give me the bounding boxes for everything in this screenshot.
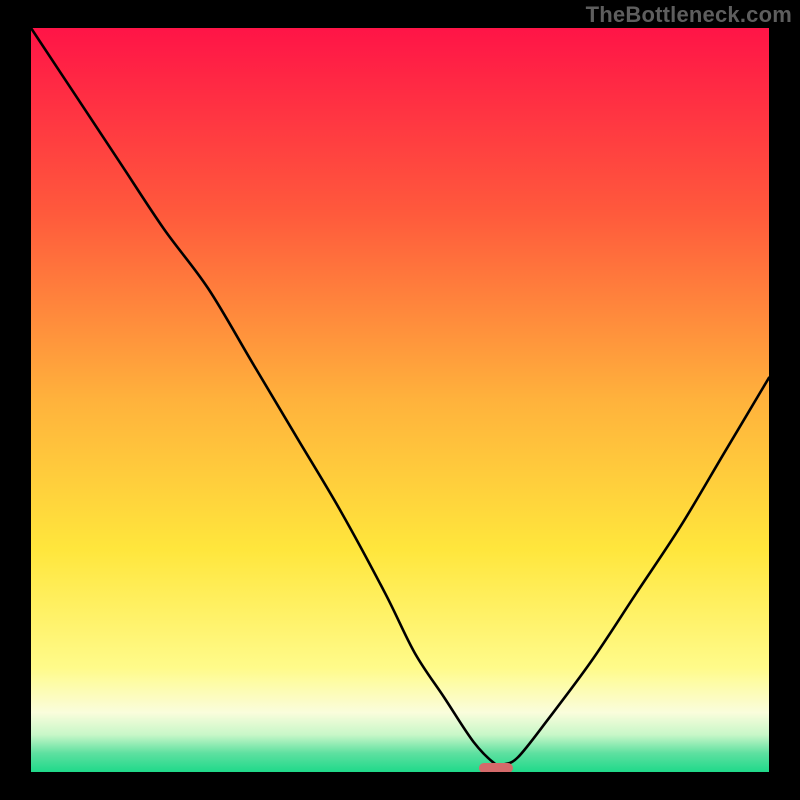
plot-area bbox=[31, 28, 769, 772]
watermark-text: TheBottleneck.com bbox=[586, 2, 792, 28]
gradient-background bbox=[31, 28, 769, 772]
optimal-marker bbox=[479, 763, 513, 772]
bottleneck-chart bbox=[31, 28, 769, 772]
chart-frame: TheBottleneck.com bbox=[0, 0, 800, 800]
